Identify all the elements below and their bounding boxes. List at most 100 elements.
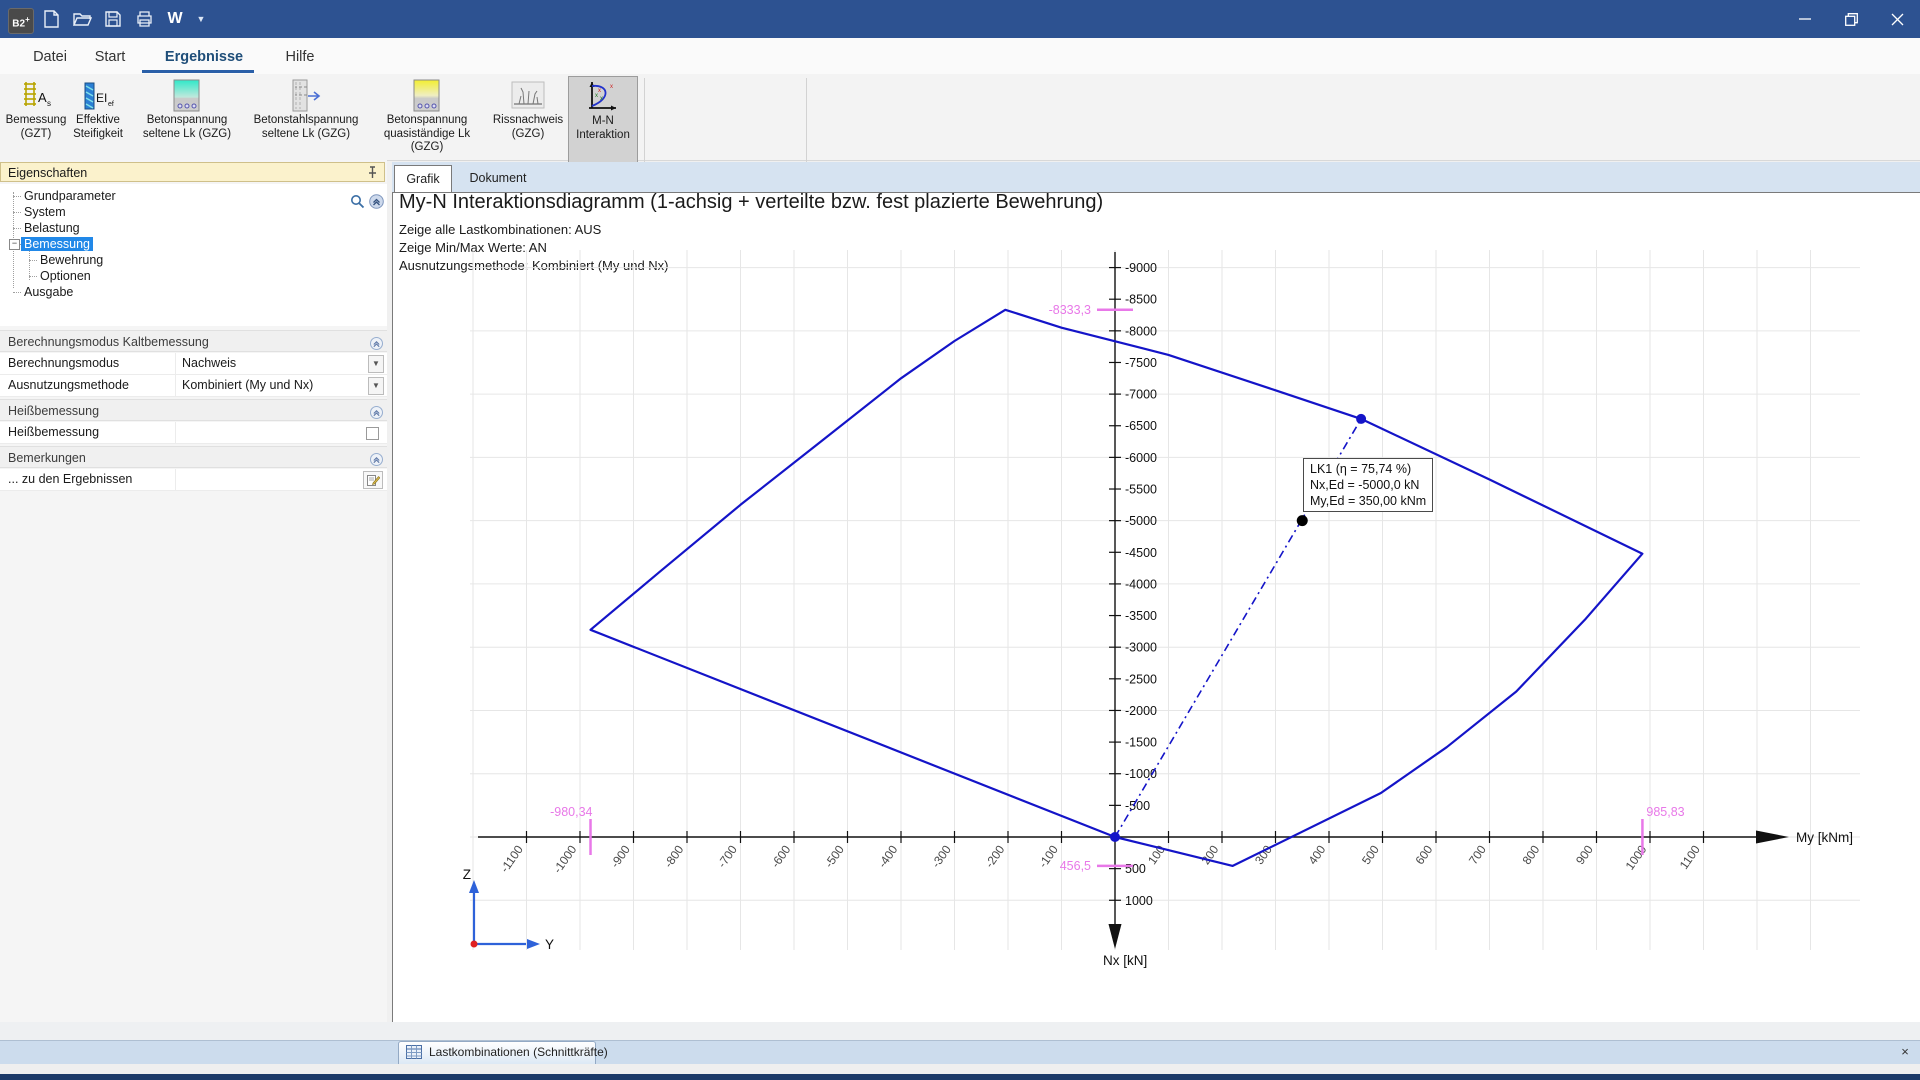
svg-text:x: x bbox=[600, 96, 603, 102]
print-icon[interactable] bbox=[133, 7, 155, 31]
label-line: Betonspannung bbox=[128, 114, 246, 128]
doc-tab-grafik[interactable]: Grafik bbox=[394, 165, 452, 192]
tree-guide bbox=[29, 276, 37, 277]
properties-tree: Grundparameter System Belastung Bemessung− B… bbox=[0, 184, 387, 326]
info-line: Ausnutzungsmethode: Kombiniert (My und N… bbox=[399, 258, 669, 273]
chart-title: My-N Interaktionsdiagramm (1-achsig + ve… bbox=[399, 191, 1103, 214]
bottom-tab-bar bbox=[0, 1040, 1920, 1065]
tree-expander-icon[interactable]: − bbox=[9, 239, 20, 250]
open-folder-icon[interactable] bbox=[71, 7, 93, 31]
label-line: Bemessung bbox=[4, 114, 68, 128]
restore-button[interactable] bbox=[1828, 0, 1874, 38]
ribbon-button-label: Betonstahlspannungseltene Lk (GZG) bbox=[246, 114, 366, 141]
doc-tab-dokument[interactable]: Dokument bbox=[452, 165, 544, 192]
property-label: Berechnungsmodus bbox=[8, 353, 119, 374]
load-point-tooltip: LK1 (η = 75,74 %) Nx,Ed = -5000,0 kN My,… bbox=[1303, 458, 1433, 512]
tree-item-system[interactable]: System bbox=[21, 204, 69, 220]
label-line: seltene Lk (GZG) bbox=[128, 128, 246, 142]
svg-text:EI: EI bbox=[96, 91, 107, 105]
ribbon-button-label: Betonspannungquasiständige Lk (GZG) bbox=[366, 114, 488, 155]
tree-item-label: Optionen bbox=[37, 269, 94, 283]
betonspannung-selten-icon bbox=[170, 79, 204, 113]
toolbar-dropdown-caret-icon[interactable]: ▼ bbox=[195, 7, 207, 31]
tree-guide bbox=[29, 260, 37, 261]
dropdown-caret-icon[interactable]: ▼ bbox=[368, 377, 384, 395]
tree-guide bbox=[13, 292, 21, 293]
tree-item-bewehrung[interactable]: Bewehrung bbox=[37, 252, 106, 268]
tree-item-label: Ausgabe bbox=[21, 285, 76, 299]
info-line: Zeige alle Lastkombinationen: AUS bbox=[399, 222, 601, 237]
pin-icon[interactable] bbox=[366, 166, 379, 179]
label-line: M-N bbox=[569, 115, 637, 129]
section-title: Heißbemessung bbox=[8, 404, 99, 418]
ribbon-tab-ergebnisse[interactable]: Ergebnisse bbox=[130, 45, 278, 69]
tree-item-label: System bbox=[21, 205, 69, 219]
property-row: AusnutzungsmethodeKombiniert (My und Nx)… bbox=[0, 375, 387, 397]
svg-text:x: x bbox=[598, 88, 601, 94]
label-line: seltene Lk (GZG) bbox=[246, 128, 366, 142]
property-value: Nachweis bbox=[182, 353, 236, 374]
tree-item-label: Bemessung bbox=[21, 237, 93, 251]
label-line: quasiständige Lk (GZG) bbox=[366, 128, 488, 155]
tree-item-bemessung[interactable]: Bemessung bbox=[21, 236, 93, 252]
tree-item-grundparameter[interactable]: Grundparameter bbox=[21, 188, 119, 204]
edit-button[interactable] bbox=[363, 471, 383, 489]
bemessung-icon: As bbox=[19, 79, 53, 113]
dropdown-caret-icon[interactable]: ▼ bbox=[368, 355, 384, 373]
new-file-icon[interactable] bbox=[40, 7, 62, 31]
tree-item-label: Grundparameter bbox=[21, 189, 119, 203]
bottom-bar-close-icon[interactable]: × bbox=[1897, 1044, 1913, 1060]
tooltip-line: My,Ed = 350,00 kNm bbox=[1310, 493, 1426, 509]
minimize-button[interactable] bbox=[1782, 0, 1828, 38]
property-row: Berechnungsmodus Nachweis ▼ bbox=[0, 353, 387, 375]
tree-item-label: Belastung bbox=[21, 221, 83, 235]
property-label: Heißbemessung bbox=[8, 422, 99, 443]
tree-guide bbox=[13, 196, 21, 197]
label-line: Steifigkeit bbox=[68, 128, 128, 142]
section-title: Berechnungsmodus Kaltbemessung bbox=[8, 335, 209, 349]
ribbon-button-label: Betonspannungseltene Lk (GZG) bbox=[128, 114, 246, 141]
tree-item-label: Bewehrung bbox=[37, 253, 106, 267]
status-bar bbox=[0, 1074, 1920, 1080]
property-row: Heißbemessung bbox=[0, 422, 387, 444]
tree-item-ausgabe[interactable]: Ausgabe bbox=[21, 284, 76, 300]
save-icon[interactable] bbox=[102, 7, 124, 31]
tree-guide bbox=[13, 212, 21, 213]
rissnachweis-icon bbox=[511, 79, 545, 113]
document-tab-strip: GrafikDokument bbox=[392, 162, 1920, 192]
tree-item-belastung[interactable]: Belastung bbox=[21, 220, 83, 236]
lastkombinationen-tab[interactable]: Lastkombinationen (Schnittkräfte) bbox=[398, 1041, 596, 1064]
tooltip-line: LK1 (η = 75,74 %) bbox=[1310, 461, 1426, 477]
column-divider bbox=[175, 422, 176, 443]
document-area bbox=[392, 192, 1920, 1022]
window-controls bbox=[1782, 0, 1920, 38]
svg-text:x: x bbox=[595, 93, 598, 99]
section-title: Bemerkungen bbox=[8, 451, 86, 465]
bottom-tab-label: Lastkombinationen (Schnittkräfte) bbox=[429, 1045, 608, 1059]
svg-text:s: s bbox=[47, 99, 51, 108]
label-line: Effektive bbox=[68, 114, 128, 128]
column-divider bbox=[175, 375, 176, 396]
label-line: Betonstahlspannung bbox=[246, 114, 366, 128]
label-line: (GZG) bbox=[490, 128, 566, 142]
ribbon-tab-hilfe[interactable]: Hilfe bbox=[262, 45, 338, 69]
below-document-gap bbox=[0, 1022, 1920, 1040]
svg-text:ef: ef bbox=[108, 101, 114, 108]
app-icon[interactable]: B2+ bbox=[8, 8, 34, 34]
search-icon[interactable] bbox=[350, 194, 365, 209]
ribbon: AsBemessung(GZT) EIef EffektiveSteifigkeit… bbox=[0, 74, 1920, 161]
betonstahlspannung-icon bbox=[289, 79, 323, 113]
tooltip-line: Nx,Ed = -5000,0 kN bbox=[1310, 477, 1426, 493]
checkbox[interactable] bbox=[366, 427, 379, 440]
section-header-berechnungsmodus-kaltbemessung: Berechnungsmodus Kaltbemessung bbox=[0, 330, 387, 352]
w-button[interactable]: W bbox=[164, 7, 186, 31]
collapse-all-icon[interactable] bbox=[369, 194, 384, 209]
property-label: ... zu den Ergebnissen bbox=[8, 469, 132, 490]
tree-item-optionen[interactable]: Optionen bbox=[37, 268, 94, 284]
betonspannung-quasi-icon bbox=[410, 79, 444, 113]
close-button[interactable] bbox=[1874, 0, 1920, 38]
label-line: Rissnachweis bbox=[490, 114, 566, 128]
ribbon-button-label: Bemessung(GZT) bbox=[4, 114, 68, 141]
title-bar: B2+ W ▼ bbox=[0, 0, 1920, 38]
column-divider bbox=[175, 469, 176, 490]
